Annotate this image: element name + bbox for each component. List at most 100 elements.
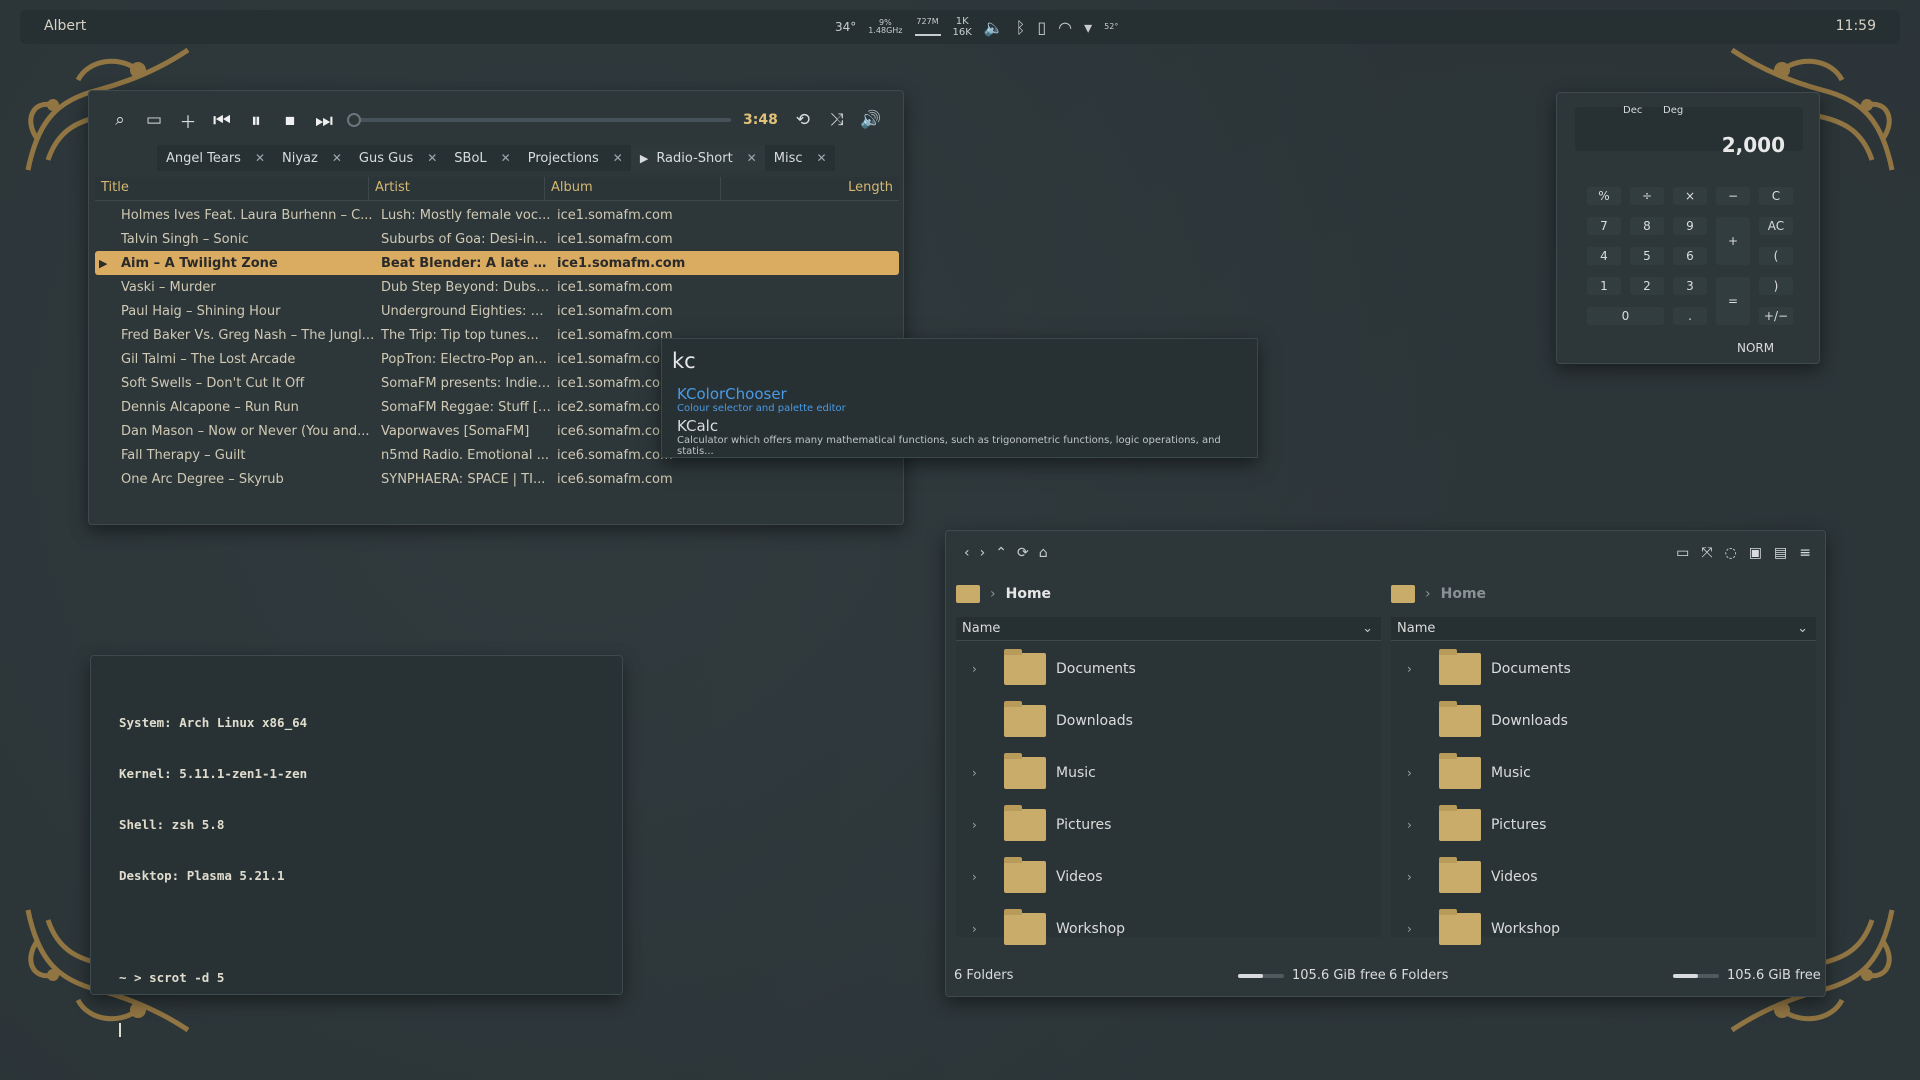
breadcrumb-home[interactable]: Home bbox=[1441, 586, 1486, 602]
network-speed[interactable]: 1K 16K bbox=[953, 16, 972, 38]
key-equals[interactable]: = bbox=[1716, 277, 1750, 325]
panel-clock[interactable]: 11:59 bbox=[1836, 18, 1876, 34]
cpu-widget[interactable]: 9% 1.48GHz bbox=[868, 19, 902, 35]
tab-gus-gus[interactable]: Gus Gus ✕ bbox=[349, 145, 446, 171]
memory-widget[interactable]: 727M bbox=[914, 18, 941, 36]
gpu-temp[interactable]: 52° bbox=[1104, 23, 1118, 31]
key-plus[interactable]: + bbox=[1716, 217, 1750, 265]
seek-bar[interactable] bbox=[347, 113, 731, 127]
key-9[interactable]: 9 bbox=[1673, 217, 1707, 235]
reload-icon[interactable]: ⟳ bbox=[1017, 545, 1029, 561]
panel-app-name[interactable]: Albert bbox=[44, 18, 86, 34]
close-icon[interactable]: ✕ bbox=[747, 151, 757, 165]
playlist-row[interactable]: Talvin Singh – Sonic Suburbs of Goa: Desi… bbox=[95, 227, 899, 251]
launcher-query[interactable]: kc bbox=[672, 349, 696, 373]
mode-angle[interactable]: Deg bbox=[1663, 105, 1683, 116]
tab-projections[interactable]: Projections ✕ bbox=[518, 145, 631, 171]
folder-row[interactable]: Downloads bbox=[1391, 699, 1816, 743]
key-paren-open[interactable]: ( bbox=[1759, 247, 1793, 265]
playlist-row[interactable]: Vaski – Murder Dub Step Beyond: Dubst... i… bbox=[95, 275, 899, 299]
volume-icon[interactable]: 🔈 bbox=[984, 18, 1004, 37]
key-divide[interactable]: ÷ bbox=[1630, 187, 1664, 205]
wifi-icon[interactable]: ◠ bbox=[1058, 18, 1072, 37]
chevron-down-icon[interactable]: ⌄ bbox=[1797, 617, 1808, 640]
close-icon[interactable]: ✕ bbox=[255, 151, 265, 165]
expand-chevron-icon[interactable]: › bbox=[1407, 818, 1425, 832]
split-view-icon[interactable]: ⤧ bbox=[1701, 545, 1712, 561]
add-icon[interactable]: ＋ bbox=[171, 105, 205, 135]
key-2[interactable]: 2 bbox=[1630, 277, 1664, 295]
folder-row[interactable]: › Music bbox=[1391, 751, 1816, 795]
folder-row[interactable]: › Workshop bbox=[956, 907, 1381, 951]
tab-misc[interactable]: Misc ✕ bbox=[764, 145, 835, 171]
key-minus[interactable]: − bbox=[1716, 187, 1750, 205]
playlist-row[interactable]: Holmes Ives Feat. Laura Burhenn – C... Lu… bbox=[95, 203, 899, 227]
playlist-row[interactable]: ▶ Aim – A Twilight Zone Beat Blender: A la… bbox=[95, 251, 899, 275]
expand-chevron-icon[interactable]: › bbox=[1407, 662, 1425, 676]
folder-icon[interactable] bbox=[956, 585, 980, 603]
home-icon[interactable]: ⌂ bbox=[1039, 545, 1048, 561]
close-icon[interactable]: ✕ bbox=[427, 151, 437, 165]
column-title[interactable]: Title bbox=[95, 177, 369, 200]
folder-row[interactable]: › Pictures bbox=[956, 803, 1381, 847]
key-1[interactable]: 1 bbox=[1587, 277, 1621, 295]
search-icon[interactable]: ⌕ bbox=[103, 105, 137, 135]
repeat-icon[interactable]: ⟲ bbox=[786, 105, 820, 135]
folder-row[interactable]: › Workshop bbox=[1391, 907, 1816, 951]
mode-base[interactable]: Dec bbox=[1623, 105, 1642, 116]
previous-track-icon[interactable]: ⏮ bbox=[205, 105, 239, 135]
terminal-window[interactable]: System: Arch Linux x86_64 Kernel: 5.11.1… bbox=[90, 655, 623, 1037]
close-icon[interactable]: ✕ bbox=[332, 151, 342, 165]
open-folder-icon[interactable]: ▭ bbox=[137, 105, 171, 135]
volume-icon[interactable]: 🔊 bbox=[854, 105, 888, 135]
key-4[interactable]: 4 bbox=[1587, 247, 1621, 265]
tray-expand-icon[interactable]: ▾ bbox=[1084, 18, 1092, 37]
key-percent[interactable]: % bbox=[1587, 187, 1621, 205]
up-icon[interactable]: ⌃ bbox=[995, 545, 1007, 561]
key-all-clear[interactable]: AC bbox=[1759, 217, 1793, 235]
launcher-result-kcolorchooser[interactable]: KColorChooser Colour selector and palett… bbox=[677, 385, 846, 414]
column-length[interactable]: Length bbox=[721, 177, 899, 200]
folder-row[interactable]: Downloads bbox=[956, 699, 1381, 743]
column-header-name[interactable]: Name ⌄ bbox=[1391, 617, 1816, 641]
key-7[interactable]: 7 bbox=[1587, 217, 1621, 235]
bluetooth-icon[interactable]: ᛒ bbox=[1016, 18, 1026, 37]
folder-row[interactable]: › Videos bbox=[1391, 855, 1816, 899]
hidden-files-icon[interactable]: ◌ bbox=[1725, 545, 1737, 561]
column-artist[interactable]: Artist bbox=[369, 177, 545, 200]
expand-chevron-icon[interactable]: › bbox=[1407, 870, 1425, 884]
key-dot[interactable]: . bbox=[1673, 307, 1707, 325]
chevron-down-icon[interactable]: ⌄ bbox=[1362, 617, 1373, 640]
tab-angel-tears[interactable]: Angel Tears ✕ bbox=[157, 145, 274, 171]
open-terminal-icon[interactable]: ▤ bbox=[1774, 545, 1787, 561]
key-multiply[interactable]: × bbox=[1673, 187, 1707, 205]
tab-radio-short[interactable]: ▶ Radio-Short ✕ bbox=[630, 145, 765, 171]
key-8[interactable]: 8 bbox=[1630, 217, 1664, 235]
tab-sbol[interactable]: SBoL ✕ bbox=[445, 145, 519, 171]
folder-row[interactable]: › Documents bbox=[1391, 647, 1816, 691]
expand-chevron-icon[interactable]: › bbox=[972, 922, 990, 936]
launcher-result-kcalc[interactable]: KCalc Calculator which offers many mathe… bbox=[677, 417, 1257, 457]
folder-icon[interactable] bbox=[1391, 585, 1415, 603]
key-3[interactable]: 3 bbox=[1673, 277, 1707, 295]
playlist-row[interactable]: One Arc Degree – Skyrub SYNPHAERA: SPACE … bbox=[95, 467, 899, 491]
folder-row[interactable]: › Music bbox=[956, 751, 1381, 795]
breadcrumb-home[interactable]: Home bbox=[1006, 586, 1051, 602]
column-album[interactable]: Album bbox=[545, 177, 721, 200]
key-5[interactable]: 5 bbox=[1630, 247, 1664, 265]
expand-chevron-icon[interactable]: › bbox=[972, 766, 990, 780]
key-6[interactable]: 6 bbox=[1673, 247, 1707, 265]
expand-chevron-icon[interactable]: › bbox=[972, 662, 990, 676]
pause-icon[interactable]: ⏸ bbox=[239, 105, 273, 135]
forward-icon[interactable]: › bbox=[980, 545, 986, 561]
back-icon[interactable]: ‹ bbox=[964, 545, 970, 561]
folder-row[interactable]: › Videos bbox=[956, 855, 1381, 899]
key-sign[interactable]: +/− bbox=[1759, 307, 1793, 325]
key-0[interactable]: 0 bbox=[1587, 307, 1664, 325]
preview-icon[interactable]: ▣ bbox=[1749, 545, 1762, 561]
expand-chevron-icon[interactable]: › bbox=[1407, 922, 1425, 936]
column-header-name[interactable]: Name ⌄ bbox=[956, 617, 1381, 641]
expand-chevron-icon[interactable]: › bbox=[1407, 766, 1425, 780]
battery-icon[interactable]: ▯ bbox=[1037, 18, 1046, 37]
seek-handle[interactable] bbox=[347, 113, 361, 127]
